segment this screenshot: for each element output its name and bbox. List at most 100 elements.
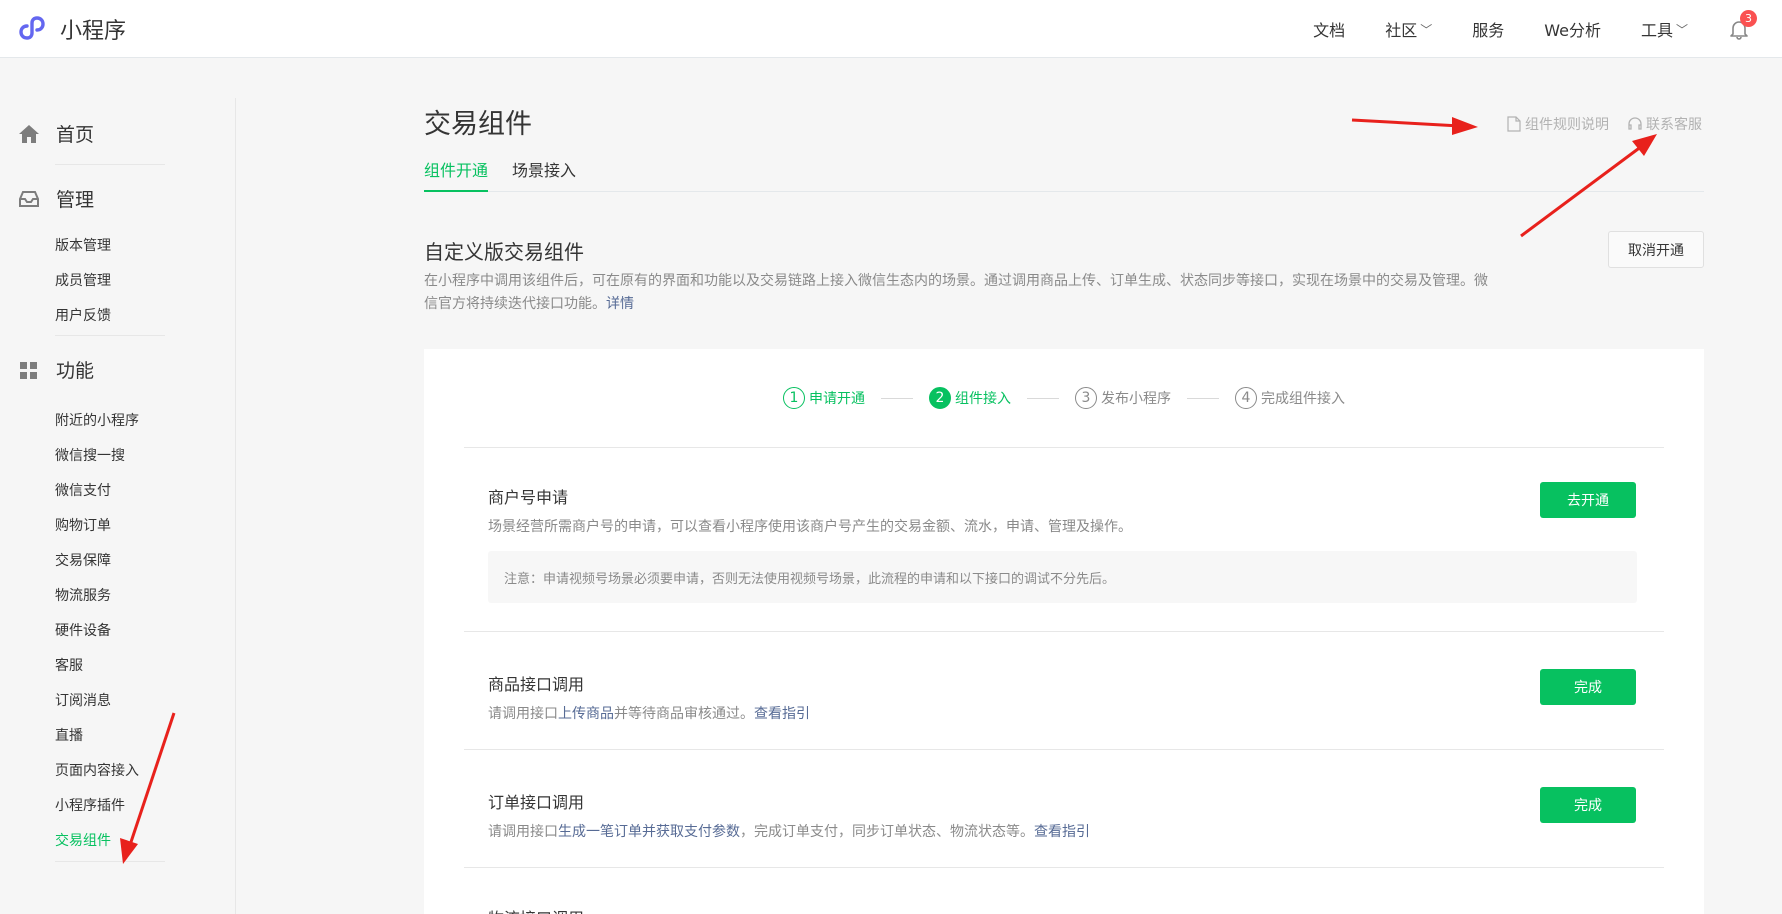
step-label: 发布小程序 [1101,391,1171,407]
product-api-item: 商品接口调用 请调用接口上传商品并等待商品审核通过。查看指引 [488,671,1637,723]
sidebar-item-content[interactable]: 页面内容接入 [55,760,139,780]
desc-text: 请调用接口 [488,706,558,722]
chevron-down-icon: ﹀ [1420,22,1433,37]
sidebar-divider [55,335,165,336]
nav-docs-label: 文档 [1313,21,1346,40]
sidebar-group-features-label: 功能 [56,360,95,382]
item-description: 场景经营所需商户号的申请，可以查看小程序使用该商户号产生的交易金额、流水，申请、… [488,519,1132,535]
sidebar-divider [55,164,165,165]
divider [464,631,1664,632]
sidebar-group-manage-label: 管理 [56,189,95,211]
customer-service-link[interactable]: 联系客服 [1627,114,1702,134]
step-integrate: 2 组件接入 [929,387,1011,409]
rules-link-label: 组件规则说明 [1525,117,1609,133]
order-done-button[interactable]: 完成 [1540,787,1636,823]
sidebar-item-search[interactable]: 微信搜一搜 [55,445,125,465]
open-merchant-button[interactable]: 去开通 [1540,482,1636,518]
desc-text: ，完成订单支付，同步订单状态、物流状态等。 [740,824,1034,840]
sidebar-group-features: 功能 [18,356,94,383]
grid-icon [20,361,37,379]
sidebar-item-nearby[interactable]: 附近的小程序 [55,410,139,430]
logo[interactable]: 小程序 [18,12,126,46]
nav-tools[interactable]: 工具 ﹀ [1641,17,1688,41]
item-description: 请调用接口上传商品并等待商品审核通过。查看指引 [488,703,1637,723]
chevron-down-icon: ﹀ [1675,22,1688,37]
nav-community-label: 社区 [1385,21,1418,40]
arrow-to-rules-icon [1351,117,1478,135]
item-note: 注意：申请视频号场景必须要申请，否则无法使用视频号场景，此流程的申请和以下接口的… [488,551,1637,603]
sidebar-item-feedback[interactable]: 用户反馈 [55,305,111,325]
details-link[interactable]: 详情 [606,296,634,312]
nav-analytics[interactable]: We分析 [1544,17,1601,41]
page-title: 交易组件 [424,109,532,140]
step-number: 4 [1235,387,1257,409]
nav-community[interactable]: 社区 ﹀ [1385,17,1432,41]
cancel-activation-button[interactable]: 取消开通 [1608,231,1704,268]
sidebar-item-members[interactable]: 成员管理 [55,270,111,290]
merchant-item: 商户号申请 场景经营所需商户号的申请，可以查看小程序使用该商户号产生的交易金额、… [488,484,1637,603]
sidebar-item-hardware[interactable]: 硬件设备 [55,620,111,640]
nav-services-label: 服务 [1472,21,1505,40]
divider [464,447,1664,448]
item-title: 物流接口调用 [488,905,1637,914]
tab-bar: 组件开通 场景接入 [424,158,1704,192]
guide-link[interactable]: 查看指引 [1034,824,1090,840]
sidebar-border [235,98,236,914]
product-done-button[interactable]: 完成 [1540,669,1636,705]
rules-link[interactable]: 组件规则说明 [1507,114,1609,134]
page-links: 组件规则说明 联系客服 [1489,114,1702,134]
sidebar-item-live[interactable]: 直播 [55,725,83,745]
sidebar-item-guarantee[interactable]: 交易保障 [55,550,111,570]
step-number: 3 [1075,387,1097,409]
step-label: 组件接入 [955,391,1011,407]
desc-text: 请调用接口 [488,824,558,840]
integration-panel: 1 申请开通 2 组件接入 3 发布小程序 4 完成组件接入 商户号申请 场景经… [424,349,1704,914]
app-name: 小程序 [60,19,127,44]
sidebar-item-logistics[interactable]: 物流服务 [55,585,111,605]
sidebar-group-home-label: 首页 [56,124,95,146]
customer-service-link-label: 联系客服 [1646,117,1702,133]
tab-activation[interactable]: 组件开通 [424,158,489,192]
section-description-text: 在小程序中调用该组件后，可在原有的界面和功能以及交易链路上接入微信生态内的场景。… [424,273,1488,312]
sidebar: 首页 管理 版本管理 成员管理 用户反馈 功能 附近的小程序 微信搜一搜 微信支… [0,58,236,914]
step-label: 完成组件接入 [1261,391,1345,407]
step-connector [1027,397,1059,399]
desc-text: 并等待商品审核通过。 [614,706,754,722]
top-nav: 文档 社区 ﹀ 服务 We分析 工具 ﹀ 3 [1313,0,1782,58]
nav-docs[interactable]: 文档 [1313,17,1345,41]
create-order-link[interactable]: 生成一笔订单并获取支付参数 [558,824,740,840]
sidebar-group-home[interactable]: 首页 [18,120,94,147]
mini-program-logo-icon [19,16,45,40]
sidebar-item-orders[interactable]: 购物订单 [55,515,111,535]
section-title: 自定义版交易组件 [424,240,584,264]
step-publish: 3 发布小程序 [1075,387,1171,409]
logistics-api-item: 物流接口调用 [488,905,1637,914]
sidebar-item-trade-component[interactable]: 交易组件 [55,830,111,850]
step-connector [1187,397,1219,399]
guide-link[interactable]: 查看指引 [754,706,810,722]
sidebar-group-manage: 管理 [18,185,94,212]
upload-product-link[interactable]: 上传商品 [558,706,614,722]
item-title: 商品接口调用 [488,675,585,694]
sidebar-item-subscribe[interactable]: 订阅消息 [55,690,111,710]
step-complete: 4 完成组件接入 [1235,387,1345,409]
top-bar: 小程序 文档 社区 ﹀ 服务 We分析 工具 ﹀ 3 [0,0,1782,58]
sidebar-item-plugins[interactable]: 小程序插件 [55,795,125,815]
sidebar-item-pay[interactable]: 微信支付 [55,480,111,500]
sidebar-item-version[interactable]: 版本管理 [55,235,111,255]
nav-tools-label: 工具 [1640,21,1673,40]
home-icon [19,124,39,143]
step-connector [881,397,913,399]
divider [464,867,1664,868]
inbox-icon [19,190,39,207]
item-description: 请调用接口生成一笔订单并获取支付参数，完成订单支付，同步订单状态、物流状态等。查… [488,821,1637,841]
divider [464,749,1664,750]
nav-analytics-label: We分析 [1544,21,1601,40]
notification-bell[interactable]: 3 [1728,10,1757,40]
sidebar-item-support[interactable]: 客服 [55,655,83,675]
item-title: 商户号申请 [488,488,569,507]
tab-scene-access[interactable]: 场景接入 [512,158,576,192]
nav-services[interactable]: 服务 [1472,17,1504,41]
order-api-item: 订单接口调用 请调用接口生成一笔订单并获取支付参数，完成订单支付，同步订单状态、… [488,789,1637,841]
item-title: 订单接口调用 [488,793,585,812]
